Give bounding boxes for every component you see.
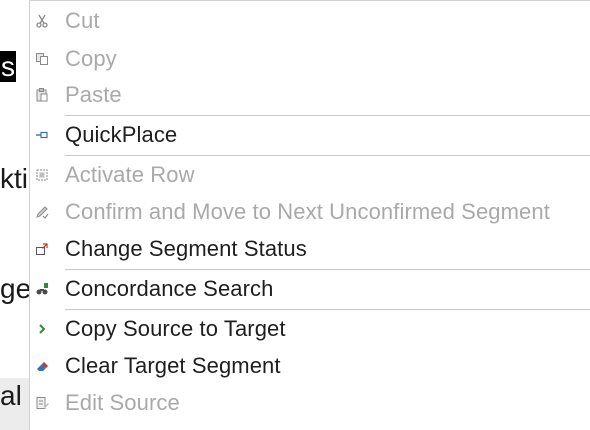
menu-item-label: Confirm and Move to Next Unconfirmed Seg… — [65, 199, 550, 224]
menu-item-label: Activate Row — [65, 162, 195, 187]
edit-source-icon — [34, 395, 50, 411]
chevron-right-icon — [34, 321, 50, 337]
editor-fragment-3: ge — [0, 273, 30, 304]
menu-item-quickplace[interactable]: QuickPlace — [30, 117, 590, 153]
menu-item-label: Copy Source to Target — [65, 316, 286, 341]
menu-separator — [65, 115, 590, 116]
menu-item-label: Cut — [65, 8, 100, 33]
paste-icon — [34, 87, 50, 103]
menu-separator — [65, 269, 590, 270]
quickplace-icon — [34, 127, 50, 143]
segment-status-icon — [34, 241, 50, 257]
menu-item-label: Change Segment Status — [65, 236, 307, 261]
context-menu: Cut Copy Paste QuickPlace Activate Row C… — [29, 0, 590, 430]
menu-item-activate-row[interactable]: Activate Row — [30, 157, 590, 193]
menu-item-edit-source[interactable]: Edit Source — [30, 385, 590, 421]
copy-icon — [34, 51, 50, 67]
pencil-icon — [34, 204, 50, 220]
menu-item-concordance-search[interactable]: Concordance Search — [30, 271, 590, 307]
menu-item-confirm-move-next[interactable]: Confirm and Move to Next Unconfirmed Seg… — [30, 194, 590, 230]
menu-item-clear-target-segment[interactable]: Clear Target Segment — [30, 348, 590, 384]
menu-item-label: Copy — [65, 46, 117, 71]
menu-item-label: Clear Target Segment — [65, 353, 281, 378]
eraser-icon — [34, 358, 50, 374]
menu-item-copy-source-to-target[interactable]: Copy Source to Target — [30, 311, 590, 347]
binoculars-icon — [34, 281, 50, 297]
editor-fragment-4: al — [0, 378, 30, 430]
menu-item-paste[interactable]: Paste — [30, 77, 590, 113]
scissors-icon — [34, 13, 50, 29]
screen: s kti ge al Cut Copy Paste QuickPlace Ac… — [0, 0, 590, 430]
menu-separator — [65, 309, 590, 310]
menu-item-cut[interactable]: Cut — [30, 3, 590, 39]
menu-item-label: Paste — [65, 82, 122, 107]
menu-item-label: Concordance Search — [65, 276, 274, 301]
menu-item-label: QuickPlace — [65, 122, 178, 147]
activate-row-icon — [34, 167, 50, 183]
menu-item-label: Edit Source — [65, 390, 180, 415]
menu-separator — [65, 155, 590, 156]
editor-fragment-1: s — [0, 51, 16, 82]
editor-fragment-2: kti — [0, 163, 28, 194]
menu-item-copy[interactable]: Copy — [30, 41, 590, 77]
menu-item-change-segment-status[interactable]: Change Segment Status — [30, 231, 590, 267]
